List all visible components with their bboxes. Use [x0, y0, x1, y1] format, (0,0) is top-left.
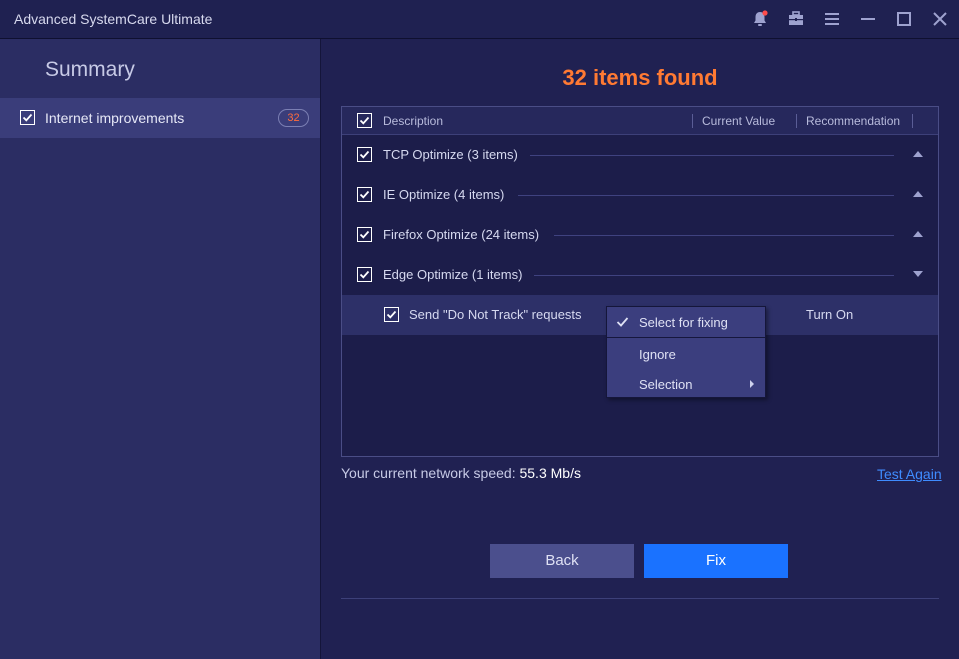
- menu-item-label: Select for fixing: [639, 315, 728, 330]
- divider: [554, 235, 894, 236]
- count-badge: 32: [278, 109, 309, 127]
- app-title: Advanced SystemCare Ultimate: [14, 11, 213, 27]
- row-recommendation: Turn On: [806, 307, 854, 322]
- menu-item-label: Selection: [639, 377, 693, 392]
- toolbox-icon[interactable]: [786, 9, 806, 29]
- menu-item-ignore[interactable]: Ignore: [607, 339, 765, 369]
- column-divider: [912, 114, 913, 128]
- table-header: Description Current Value Recommendation: [342, 107, 938, 135]
- sidebar: Summary Internet improvements 32: [0, 39, 321, 659]
- row-description: Send "Do Not Track" requests: [409, 307, 582, 322]
- menu-item-selection[interactable]: Selection: [607, 369, 765, 399]
- column-divider: [692, 114, 693, 128]
- sidebar-title: Summary: [45, 58, 135, 81]
- group-row-ie[interactable]: IE Optimize (4 items): [342, 175, 938, 215]
- select-all-checkbox[interactable]: [357, 113, 372, 128]
- divider: [530, 155, 894, 156]
- fix-button[interactable]: Fix: [644, 544, 788, 578]
- divider: [341, 598, 939, 599]
- group-label: Firefox Optimize (24 items): [383, 227, 540, 242]
- results-table: Description Current Value Recommendation…: [341, 106, 939, 457]
- submenu-arrow-icon: [750, 380, 754, 388]
- collapse-arrow-icon[interactable]: [913, 151, 923, 157]
- sidebar-item-checkbox[interactable]: [20, 110, 35, 125]
- group-checkbox[interactable]: [357, 267, 372, 282]
- back-button[interactable]: Back: [490, 544, 634, 578]
- title-bar: Advanced SystemCare Ultimate: [0, 0, 959, 39]
- sidebar-item-label: Internet improvements: [45, 110, 185, 126]
- network-speed: Your current network speed: 55.3 Mb/s: [341, 465, 581, 481]
- network-speed-value: 55.3 Mb/s: [519, 465, 581, 481]
- column-description: Description: [383, 114, 444, 128]
- group-checkbox[interactable]: [357, 147, 372, 162]
- menu-item-label: Ignore: [639, 347, 676, 362]
- test-again-link[interactable]: Test Again: [877, 466, 942, 482]
- group-label: Edge Optimize (1 items): [383, 267, 523, 282]
- close-icon[interactable]: [930, 9, 950, 29]
- sidebar-item-internet-improvements[interactable]: Internet improvements 32: [0, 98, 320, 138]
- collapse-arrow-icon[interactable]: [913, 231, 923, 237]
- divider: [534, 275, 894, 276]
- group-label: IE Optimize (4 items): [383, 187, 505, 202]
- collapse-arrow-icon[interactable]: [913, 191, 923, 197]
- column-divider: [796, 114, 797, 128]
- check-icon: [616, 317, 629, 327]
- group-checkbox[interactable]: [357, 187, 372, 202]
- network-speed-label: Your current network speed:: [341, 465, 516, 481]
- items-found-headline: 32 items found: [562, 65, 718, 90]
- group-label: TCP Optimize (3 items): [383, 147, 518, 162]
- menu-icon[interactable]: [822, 9, 842, 29]
- menu-item-select-for-fixing[interactable]: Select for fixing: [607, 307, 765, 338]
- divider: [518, 195, 894, 196]
- maximize-icon[interactable]: [894, 9, 914, 29]
- context-menu: Select for fixing Ignore Selection: [606, 306, 766, 398]
- column-current-value: Current Value: [702, 114, 776, 128]
- expand-arrow-icon[interactable]: [913, 271, 923, 277]
- group-row-edge[interactable]: Edge Optimize (1 items): [342, 255, 938, 295]
- group-checkbox[interactable]: [357, 227, 372, 242]
- group-row-firefox[interactable]: Firefox Optimize (24 items): [342, 215, 938, 255]
- minimize-icon[interactable]: [858, 9, 878, 29]
- column-recommendation: Recommendation: [806, 114, 901, 128]
- bell-icon[interactable]: [750, 9, 770, 29]
- group-row-tcp[interactable]: TCP Optimize (3 items): [342, 135, 938, 175]
- row-checkbox[interactable]: [384, 307, 399, 322]
